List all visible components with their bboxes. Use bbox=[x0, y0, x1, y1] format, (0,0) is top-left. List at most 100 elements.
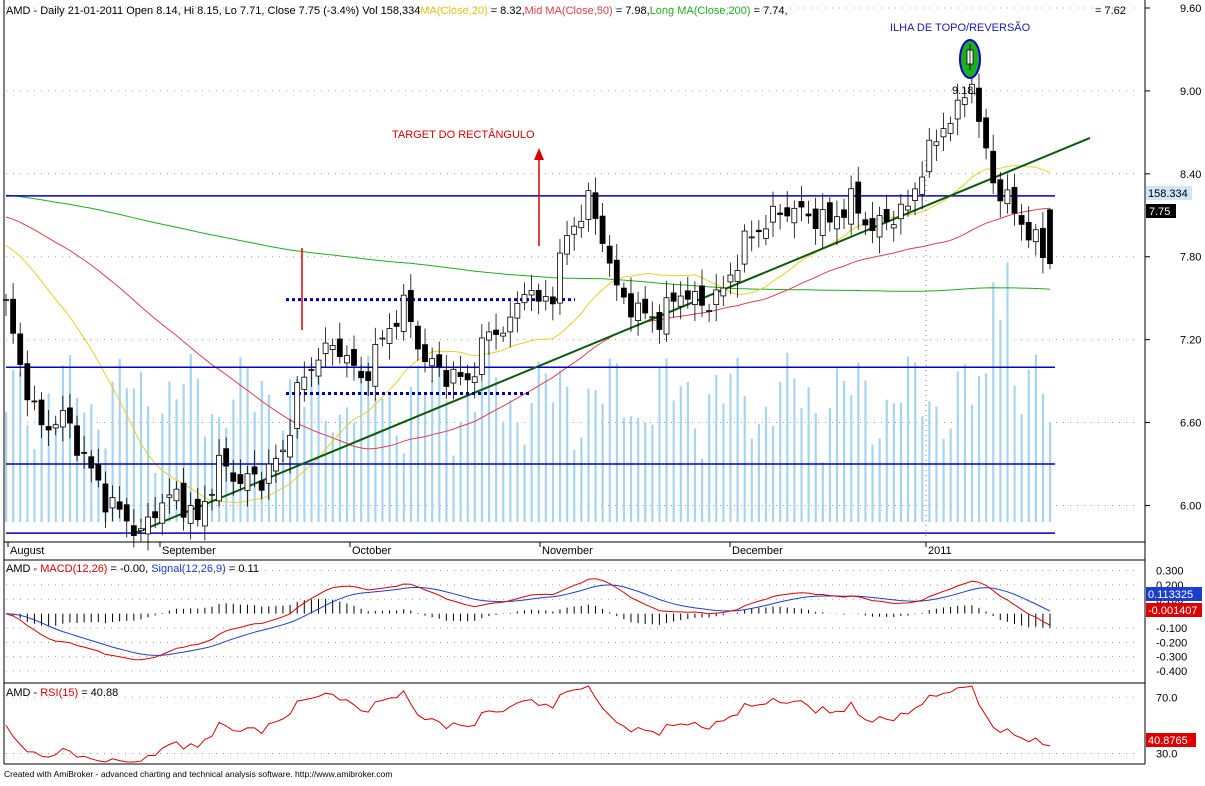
volume-bar bbox=[1020, 414, 1023, 522]
island-label: ILHA DE TOPO/REVERSÃO bbox=[890, 21, 1031, 34]
volume-bar bbox=[843, 381, 846, 522]
volume-bar bbox=[26, 425, 29, 522]
volume-bar bbox=[672, 400, 675, 522]
signal-value-box: 0.113325 bbox=[1146, 587, 1202, 601]
candle-up bbox=[3, 299, 9, 301]
volume-bar bbox=[601, 403, 604, 522]
candle-down bbox=[464, 373, 471, 381]
candle-up bbox=[294, 382, 301, 429]
candle-up bbox=[763, 228, 769, 239]
candle-down bbox=[826, 202, 833, 223]
rsi-value-box: 40.8765 bbox=[1146, 733, 1196, 747]
volume-bar bbox=[1049, 422, 1052, 522]
candle-down bbox=[436, 354, 443, 368]
volume-bar bbox=[985, 373, 988, 522]
candle-up bbox=[209, 493, 215, 496]
candle-up bbox=[933, 141, 940, 146]
candle-down bbox=[457, 372, 464, 377]
candle-down bbox=[116, 501, 123, 510]
volume-bar bbox=[736, 357, 739, 522]
footer-credit: Created with AmiBroker - advanced charti… bbox=[4, 769, 392, 779]
candle-down bbox=[855, 181, 862, 214]
candle-down bbox=[45, 426, 52, 431]
candle-up bbox=[187, 505, 194, 524]
x-axis-label: August bbox=[10, 545, 44, 557]
candle-down bbox=[10, 298, 17, 334]
macd-header: AMD - MACD(12,26) = -0.00, Signal(12,26,… bbox=[6, 563, 259, 575]
volume-bar bbox=[850, 395, 853, 522]
candle-down bbox=[784, 207, 791, 217]
candle-down bbox=[684, 290, 691, 300]
chart-canvas: 0.3000.2000.100-0.100-0.200-0.300-0.400 … bbox=[3, 0, 1202, 779]
candle-up bbox=[905, 205, 911, 211]
volume-bar bbox=[715, 374, 718, 522]
candle-up bbox=[315, 359, 322, 377]
volume-bar bbox=[814, 413, 817, 522]
candle-down bbox=[194, 498, 201, 521]
candle-up bbox=[287, 434, 293, 458]
volume-bar bbox=[33, 449, 36, 522]
volume-bar bbox=[331, 432, 334, 522]
candle-down bbox=[592, 192, 599, 219]
volume-bar bbox=[864, 380, 867, 522]
volume-bar bbox=[992, 282, 995, 522]
candle-up bbox=[173, 488, 180, 502]
candle-down bbox=[1018, 215, 1025, 225]
candle-up bbox=[585, 190, 592, 220]
candle-up bbox=[507, 316, 514, 333]
volume-bar bbox=[544, 373, 547, 522]
x-axis-label: 2011 bbox=[928, 545, 952, 557]
candle-down bbox=[95, 464, 102, 481]
volume-bar bbox=[857, 362, 860, 522]
volume-bar bbox=[139, 371, 143, 522]
price-tick-label: 9.60 bbox=[1180, 3, 1201, 15]
volume-bar bbox=[317, 366, 320, 522]
volume-bar bbox=[551, 402, 555, 522]
candle-down bbox=[620, 287, 627, 298]
volume-bar bbox=[374, 398, 377, 522]
candle-up bbox=[542, 296, 549, 302]
volume-bar bbox=[878, 438, 881, 522]
candle-up bbox=[734, 270, 741, 282]
candle-down bbox=[407, 289, 414, 322]
svg-text:40.8765: 40.8765 bbox=[1148, 735, 1188, 747]
volume-bar bbox=[622, 417, 626, 522]
candle-up bbox=[954, 99, 961, 120]
candle-down bbox=[415, 325, 421, 350]
candle-down bbox=[1011, 186, 1018, 214]
candle-up bbox=[912, 188, 918, 201]
right-header-value: = 7.62 bbox=[1095, 5, 1126, 17]
candle-down bbox=[31, 400, 38, 403]
candle-up bbox=[635, 302, 641, 321]
volume-bar bbox=[942, 438, 945, 522]
x-axis-label: September bbox=[162, 545, 216, 557]
candle-down bbox=[230, 472, 237, 482]
candle-down bbox=[1025, 221, 1032, 241]
candle-down bbox=[670, 292, 677, 302]
candle-up bbox=[343, 355, 350, 364]
candle-up bbox=[166, 494, 173, 498]
volume-bar bbox=[743, 396, 746, 522]
target-label: TARGET DO RECTÂNGULO bbox=[392, 128, 535, 141]
volume-bar bbox=[835, 368, 839, 522]
volume-bar bbox=[516, 422, 519, 522]
candle-up bbox=[521, 294, 528, 304]
candle-up bbox=[713, 289, 720, 306]
candle-down bbox=[777, 212, 784, 215]
volume-bar bbox=[445, 400, 448, 522]
volume-bar bbox=[523, 444, 526, 522]
amibroker-chart-window: 0.3000.2000.100-0.100-0.200-0.300-0.400 … bbox=[0, 0, 1205, 781]
candle-down bbox=[38, 399, 45, 426]
volume-bar bbox=[977, 376, 981, 522]
macd-value-box: -0.001407 bbox=[1146, 603, 1202, 617]
volume-bar bbox=[729, 373, 732, 522]
volume-bar bbox=[19, 371, 22, 522]
candle-up bbox=[727, 274, 734, 283]
volume-bar bbox=[5, 412, 8, 522]
price-tick-label: 6.60 bbox=[1180, 418, 1201, 430]
volume-bar bbox=[928, 401, 931, 522]
volume-bar bbox=[629, 416, 633, 522]
candle-down bbox=[237, 474, 244, 484]
candle-down bbox=[152, 511, 159, 519]
price-tick-label: 9.00 bbox=[1180, 86, 1201, 98]
